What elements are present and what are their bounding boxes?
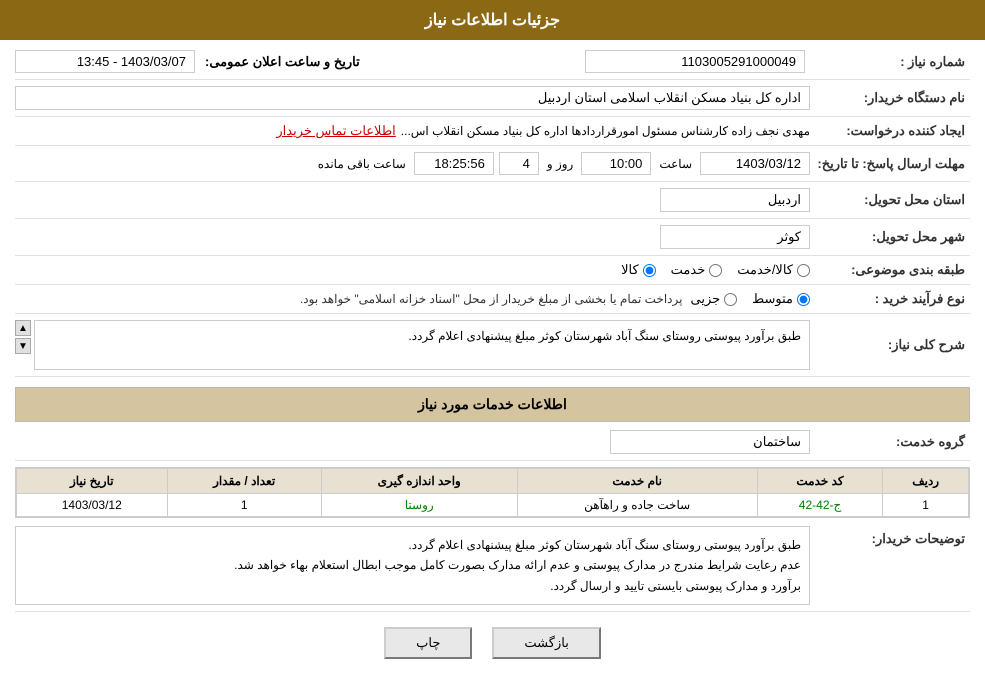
shahr-label: شهر محل تحویل: — [810, 229, 970, 245]
cell-tedad: 1 — [167, 494, 321, 517]
group-khadamat-value: ساختمان — [610, 430, 810, 454]
radio-kala-khadamat[interactable]: کالا/خدمت — [737, 262, 810, 278]
table-row: 1 ج-42-42 ساخت جاده و راهآهن روستا 1 140… — [17, 494, 969, 517]
cell-nam: ساخت جاده و راهآهن — [517, 494, 757, 517]
col-kod: کد خدمت — [757, 469, 883, 494]
roz-label: روز و — [547, 157, 574, 171]
col-nam: نام خدمت — [517, 469, 757, 494]
col-radif: ردیف — [883, 469, 969, 494]
page-header: جزئیات اطلاعات نیاز — [0, 0, 985, 40]
saat-label: ساعت — [659, 157, 692, 171]
col-tarikh: تاریخ نیاز — [17, 469, 168, 494]
ijad-konande-value: مهدی نجف زاده کارشناس مسئول امورقرارداده… — [401, 124, 810, 138]
scroll-up-icon[interactable]: ▲ — [15, 320, 31, 336]
chap-button[interactable]: چاپ — [384, 627, 472, 659]
shomare-niaz-label: شماره نیاز : — [810, 54, 970, 70]
khadamat-section-header: اطلاعات خدمات مورد نیاز — [15, 387, 970, 422]
noe-farayand-label: نوع فرآیند خرید : — [810, 291, 970, 307]
mohlat-date: 1403/03/12 — [700, 152, 810, 175]
ostan-value: اردبیل — [660, 188, 810, 212]
cell-kod: ج-42-42 — [757, 494, 883, 517]
mohlat-roz: 4 — [499, 152, 539, 175]
scroll-down-icon[interactable]: ▼ — [15, 338, 31, 354]
shahr-value: کوثر — [660, 225, 810, 249]
contact-link[interactable]: اطلاعات تماس خریدار — [276, 123, 395, 139]
tarikh-aelan-label: تاریخ و ساعت اعلان عمومی: — [205, 54, 360, 70]
tabaqebandi-label: طبقه بندی موضوعی: — [810, 262, 970, 278]
noe-farayand-group: متوسط جزیی — [690, 291, 810, 307]
col-tedad: تعداد / مقدار — [167, 469, 321, 494]
radio-khadamat[interactable]: خدمت — [671, 262, 723, 278]
ijad-konande-label: ایجاد کننده درخواست: — [810, 123, 970, 139]
sharh-scroll-buttons: ▲ ▼ — [15, 320, 31, 370]
cell-vahed: روستا — [321, 494, 517, 517]
tabaqebandi-group: کالا/خدمت خدمت کالا — [621, 262, 810, 278]
mohlat-baqi: 18:25:56 — [414, 152, 494, 175]
baqi-label: ساعت باقی مانده — [318, 157, 406, 171]
ostan-label: استان محل تحویل: — [810, 192, 970, 208]
services-table: ردیف کد خدمت نام خدمت واحد اندازه گیری ت… — [15, 467, 970, 518]
sharh-koli-value: طبق برآورد پیوستی روستای سنگ آباد شهرستا… — [34, 320, 810, 370]
cell-radif: 1 — [883, 494, 969, 517]
footer-buttons: بازگشت چاپ — [15, 627, 970, 659]
sharh-koli-label: شرح کلی نیاز: — [810, 337, 970, 353]
radio-kala[interactable]: کالا — [621, 262, 656, 278]
col-vahed: واحد اندازه گیری — [321, 469, 517, 494]
bazgasht-button[interactable]: بازگشت — [492, 627, 600, 659]
nam-dastgah-value: اداره کل بنیاد مسکن انقلاب اسلامی استان … — [15, 86, 810, 110]
nam-dastgah-label: نام دستگاه خریدار: — [810, 90, 970, 106]
tarikh-aelan-value: 1403/03/07 - 13:45 — [15, 50, 195, 73]
shomare-niaz-value: 1103005291000049 — [585, 50, 805, 73]
mohlat-saat: 10:00 — [581, 152, 651, 175]
noe-farayand-note: پرداخت تمام یا بخشی از مبلغ خریدار از مح… — [300, 292, 683, 306]
radio-jozi[interactable]: جزیی — [690, 291, 737, 307]
radio-motavaset[interactable]: متوسط — [752, 291, 810, 307]
cell-tarikh: 1403/03/12 — [17, 494, 168, 517]
group-khadamat-label: گروه خدمت: — [810, 434, 970, 450]
tosih-khridar-label: توضیحات خریدار: — [810, 531, 970, 547]
mohlat-ersal-label: مهلت ارسال پاسخ: تا تاریخ: — [810, 156, 970, 172]
tosih-khridar-value: طبق برآورد پیوستی روستای سنگ آباد شهرستا… — [15, 526, 810, 605]
